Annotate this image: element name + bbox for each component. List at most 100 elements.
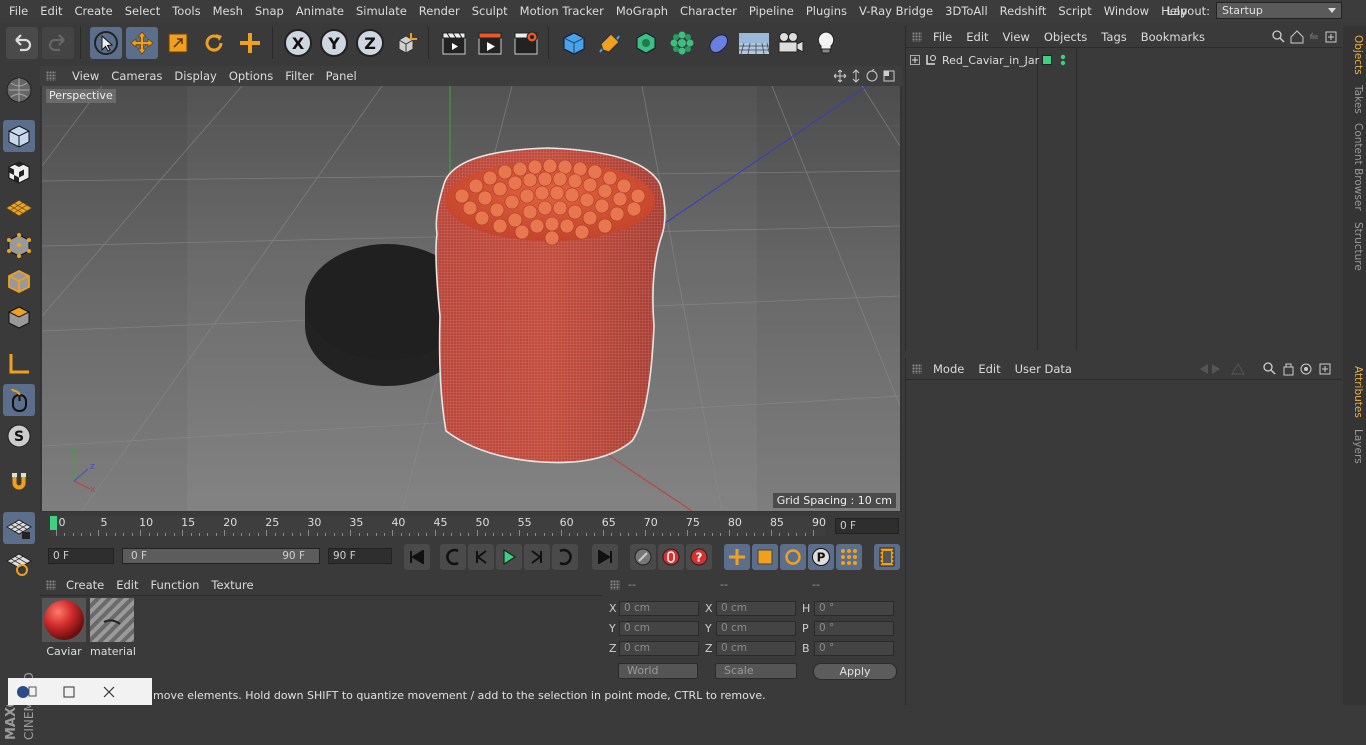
parameter-key-button[interactable]: P — [808, 544, 834, 570]
move-tool-button[interactable] — [126, 27, 158, 59]
add-environment-button[interactable] — [738, 27, 770, 59]
y-axis-lock-button[interactable]: Y — [318, 27, 350, 59]
expand-plus-icon[interactable] — [910, 55, 920, 65]
menu-render[interactable]: Render — [413, 4, 466, 18]
workplane-lock-button[interactable] — [3, 512, 35, 544]
render-to-picture-viewer-button[interactable] — [474, 27, 506, 59]
menu-create[interactable]: Create — [69, 4, 119, 18]
object-name[interactable]: Red_Caviar_in_Jar — [942, 54, 1039, 67]
menu-animate[interactable]: Animate — [290, 4, 350, 18]
snap-button[interactable] — [3, 466, 35, 498]
autokeying-button[interactable] — [658, 544, 684, 570]
start-frame-field[interactable]: 0 F — [48, 548, 114, 564]
material-caviar[interactable]: Caviar — [42, 598, 86, 659]
material-menu-function[interactable]: Function — [145, 578, 206, 592]
tab-attributes[interactable]: Attributes — [1346, 362, 1364, 422]
viewport-menu-options[interactable]: Options — [223, 69, 279, 83]
menu-tools[interactable]: Tools — [166, 4, 206, 18]
menu-character[interactable]: Character — [674, 4, 743, 18]
go-to-start-button[interactable] — [404, 544, 430, 570]
viewport-menu-panel[interactable]: Panel — [320, 69, 363, 83]
axis-mode-button[interactable] — [3, 348, 35, 380]
playhead[interactable] — [50, 516, 57, 530]
close-icon[interactable] — [102, 685, 116, 699]
viewport-menu-display[interactable]: Display — [168, 69, 222, 83]
polygons-mode-button[interactable] — [3, 301, 35, 333]
rot-b-field[interactable]: 0 ° — [814, 641, 894, 656]
menu-redshift[interactable]: Redshift — [994, 4, 1053, 18]
visibility-dots-icon[interactable] — [1060, 54, 1066, 66]
tweak-mode-button[interactable] — [3, 384, 35, 416]
menu-pipeline[interactable]: Pipeline — [743, 4, 800, 18]
maximize-icon[interactable] — [62, 685, 76, 699]
preview-range-slider[interactable]: 0 F 90 F — [122, 548, 320, 564]
tab-content-browser[interactable]: Content Browser — [1346, 122, 1364, 212]
add-array-button[interactable] — [666, 27, 698, 59]
recent-tool-button[interactable] — [234, 27, 266, 59]
next-frame-button[interactable] — [524, 544, 550, 570]
object-menu-edit[interactable]: Edit — [959, 30, 995, 44]
viewport-navigation-icons[interactable] — [834, 69, 896, 83]
previous-frame-button[interactable] — [468, 544, 494, 570]
attribute-menu-edit[interactable]: Edit — [971, 362, 1007, 376]
timeline-ruler[interactable]: 0 5 10 15 20 25 30 35 40 45 50 55 60 65 70 75 80 85 90 0 F — [40, 512, 902, 540]
layer-color-swatch[interactable] — [1042, 55, 1052, 65]
viewport-menu-cameras[interactable]: Cameras — [105, 69, 168, 83]
keyframe-selection-button[interactable]: ? — [686, 544, 712, 570]
viewport-3d-view[interactable]: y z x Perspective Grid Spacing : 10 cm — [42, 86, 900, 511]
solo-mode-button[interactable]: S — [3, 420, 35, 452]
timeline-track[interactable]: 0 5 10 15 20 25 30 35 40 45 50 55 60 65 70 75 80 85 90 — [50, 516, 826, 536]
redo-button[interactable] — [42, 27, 74, 59]
menu-mograph[interactable]: MoGraph — [610, 4, 674, 18]
add-deformer-button[interactable] — [702, 27, 734, 59]
material-menu-create[interactable]: Create — [60, 578, 110, 592]
attribute-menu-user-data[interactable]: User Data — [1008, 362, 1079, 376]
material-default[interactable]: material — [90, 598, 136, 659]
menu-sculpt[interactable]: Sculpt — [466, 4, 514, 18]
live-selection-button[interactable] — [90, 27, 122, 59]
attribute-nav-icons[interactable] — [1198, 362, 1338, 376]
object-manager-nav-icons[interactable] — [1272, 30, 1338, 44]
object-menu-bookmarks[interactable]: Bookmarks — [1134, 30, 1212, 44]
menu-simulate[interactable]: Simulate — [350, 4, 413, 18]
model-mode-button[interactable] — [3, 120, 35, 152]
undo-button[interactable] — [6, 27, 38, 59]
menu-vray-bridge[interactable]: V-Ray Bridge — [853, 4, 939, 18]
planar-workplane-button[interactable] — [3, 548, 35, 580]
object-menu-tags[interactable]: Tags — [1094, 30, 1133, 44]
layout-dropdown[interactable]: Startup — [1216, 2, 1342, 19]
go-to-end-button[interactable] — [592, 544, 618, 570]
size-mode-dropdown[interactable]: Scale — [715, 663, 797, 679]
menu-edit[interactable]: Edit — [34, 4, 68, 18]
end-frame-field[interactable]: 90 F — [328, 548, 392, 564]
material-menu-texture[interactable]: Texture — [205, 578, 259, 592]
add-camera-button[interactable] — [774, 27, 806, 59]
next-key-button[interactable] — [552, 544, 578, 570]
viewport-menu-view[interactable]: View — [66, 69, 105, 83]
scale-tool-button[interactable] — [162, 27, 194, 59]
coordinate-space-dropdown[interactable]: World — [618, 663, 698, 679]
texture-mode-button[interactable] — [3, 156, 35, 188]
tab-takes[interactable]: Takes — [1346, 82, 1364, 116]
tab-objects[interactable]: Objects — [1346, 32, 1364, 78]
pos-x-field[interactable]: 0 cm — [619, 601, 699, 616]
render-view-button[interactable] — [438, 27, 470, 59]
previous-key-button[interactable] — [440, 544, 466, 570]
z-axis-lock-button[interactable]: Z — [354, 27, 386, 59]
object-row[interactable]: Red_Caviar_in_Jar — [910, 52, 1340, 68]
make-editable-button[interactable] — [3, 74, 35, 106]
menu-mesh[interactable]: Mesh — [207, 4, 249, 18]
apply-button[interactable]: Apply — [813, 663, 897, 680]
point-level-key-button[interactable] — [836, 544, 862, 570]
workplane-mode-button[interactable] — [3, 192, 35, 224]
tab-structure[interactable]: Structure — [1346, 220, 1364, 272]
rotate-tool-button[interactable] — [198, 27, 230, 59]
menu-snap[interactable]: Snap — [249, 4, 290, 18]
play-button[interactable] — [496, 544, 522, 570]
pos-z-field[interactable]: 0 cm — [619, 641, 699, 656]
current-frame-field[interactable]: 0 F — [835, 518, 899, 534]
timeline-window-button[interactable] — [874, 544, 900, 570]
attribute-menu-mode[interactable]: Mode — [926, 362, 971, 376]
add-cube-button[interactable] — [558, 27, 590, 59]
menu-motion-tracker[interactable]: Motion Tracker — [514, 4, 610, 18]
